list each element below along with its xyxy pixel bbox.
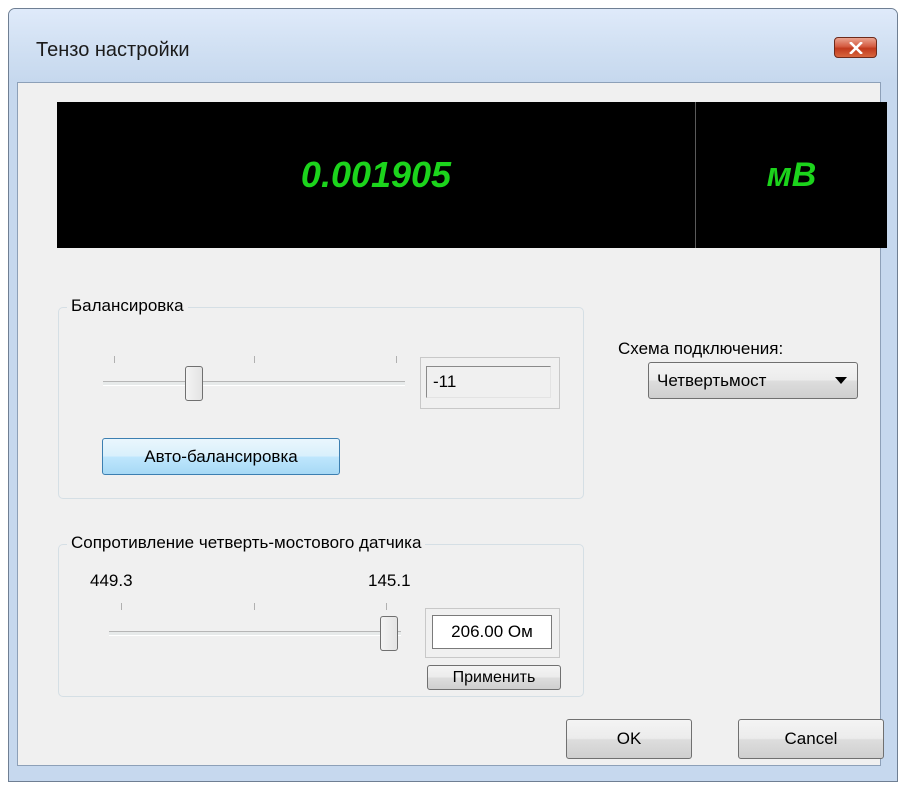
resistance-slider-thumb[interactable] [380,616,399,651]
slider-tick [254,603,255,610]
slider-tick [386,603,387,610]
balance-slider-track[interactable] [103,381,405,386]
measurement-value: 0.001905 [300,154,452,195]
ok-button[interactable]: OK [566,719,692,759]
window-title: Тензо настройки [36,39,190,61]
scheme-select[interactable]: Четвертьмост [648,362,858,399]
apply-button[interactable]: Применить [427,665,561,690]
balance-group: Балансировка -11 Авто-балансировка [58,296,584,499]
resistance-min-label: 449.3 [90,571,133,590]
resistance-max-label: 145.1 [368,571,411,590]
dialog-client-area: 0.001905 мВ Балансировка -11 Авто-баланс… [17,82,887,766]
resistance-value-frame: 206.00 Ом [425,608,560,658]
dialog-window: Тензо настройки 0.001905 мВ Балансировка… [8,8,898,782]
slider-tick [396,356,397,363]
chevron-down-icon [835,377,847,384]
slider-tick [121,603,122,610]
resistance-slider-track[interactable] [109,631,401,636]
balance-value-frame: -11 [420,357,560,409]
cancel-button[interactable]: Cancel [738,719,884,759]
slider-tick [254,356,255,363]
measurement-display: 0.001905 мВ [57,102,887,248]
title-bar: Тензо настройки [9,9,897,81]
close-button[interactable] [834,37,877,58]
resistance-value-field[interactable]: 206.00 Ом [432,615,552,649]
balance-group-label: Балансировка [67,296,188,316]
balance-slider-thumb[interactable] [184,366,203,401]
measurement-unit: мВ [766,155,817,194]
resistance-group: Сопротивление четверть-мостового датчика… [58,533,584,697]
auto-balance-button[interactable]: Авто-балансировка [102,438,340,475]
scheme-select-value: Четвертьмост [657,370,767,390]
scheme-label: Схема подключения: [618,339,784,358]
close-x-icon [848,41,863,54]
balance-value-field[interactable]: -11 [426,366,551,398]
resistance-group-label: Сопротивление четверть-мостового датчика [67,533,426,553]
slider-tick [114,356,115,363]
